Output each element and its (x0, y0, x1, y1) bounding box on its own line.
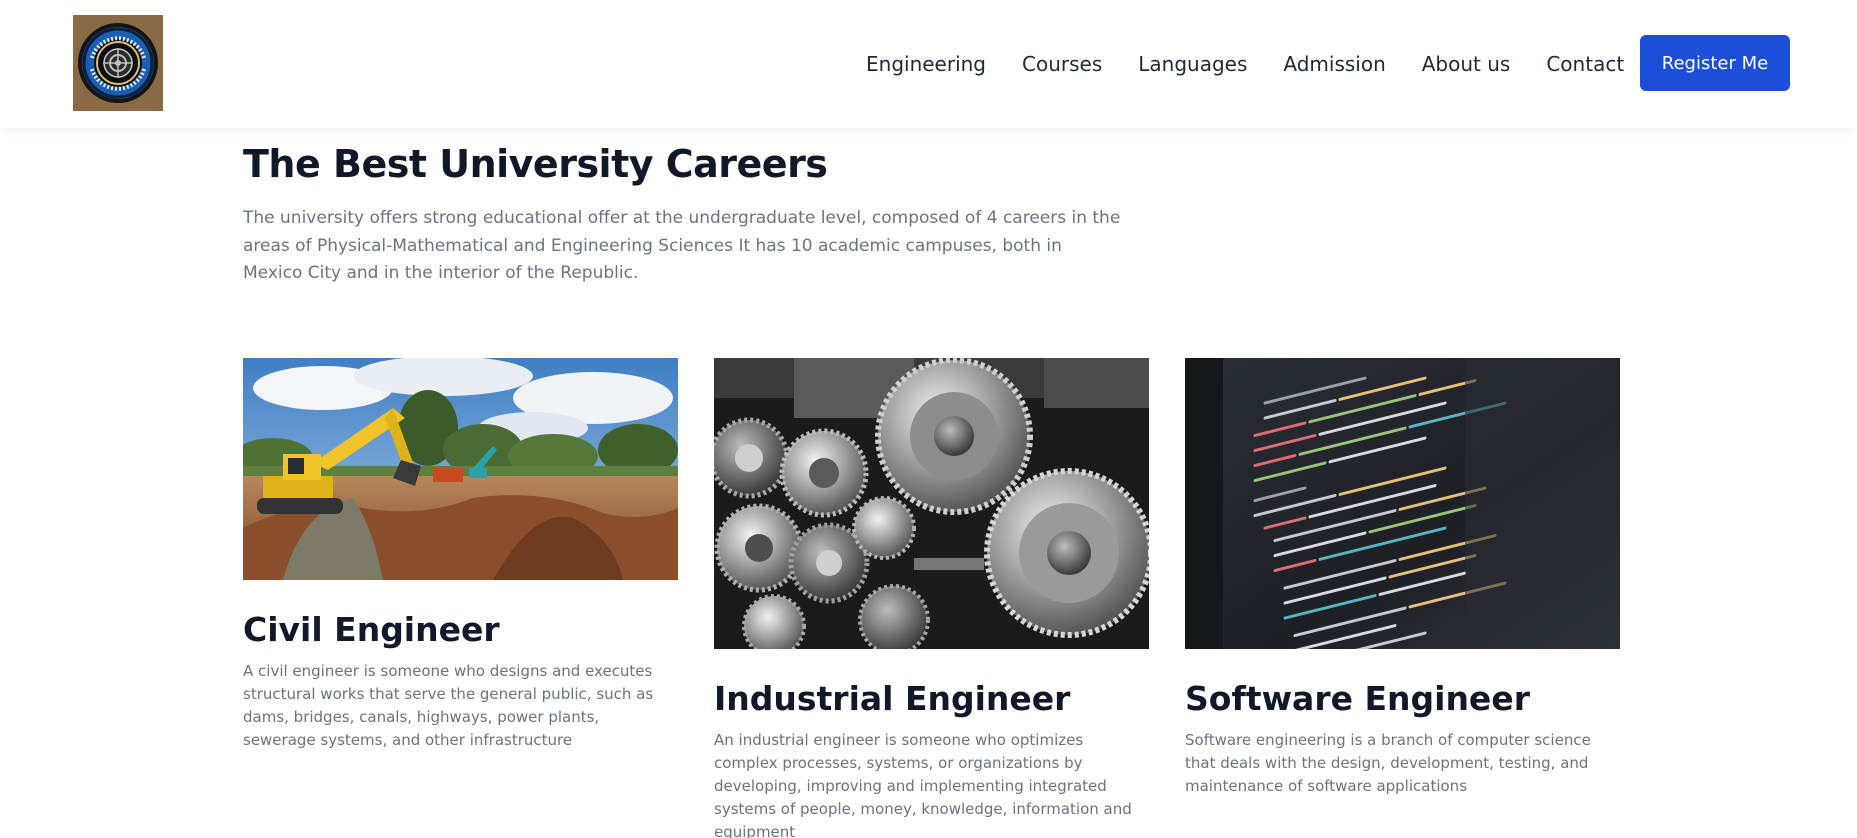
machine-gears-image (714, 358, 1149, 649)
register-button[interactable]: Register Me (1640, 35, 1790, 91)
career-card-civil: Civil Engineer A civil engineer is someo… (243, 358, 678, 752)
nav-link-engineering[interactable]: Engineering (866, 50, 986, 78)
card-description: An industrial engineer is someone who op… (714, 731, 1132, 838)
intro-paragraph: The university offers strong educational… (243, 208, 1121, 283)
main-nav: Engineering Courses Languages Admission … (866, 50, 1624, 78)
construction-excavator-image (243, 358, 678, 580)
nav-link-contact[interactable]: Contact (1546, 50, 1624, 78)
page-title: The Best University Careers (243, 142, 828, 186)
nav-link-courses[interactable]: Courses (1022, 50, 1102, 78)
career-card-industrial: Industrial Engineer An industrial engine… (714, 358, 1149, 838)
site-header: Engineering Courses Languages Admission … (0, 0, 1857, 128)
university-seal-icon (78, 23, 158, 103)
card-description: A civil engineer is someone who designs … (243, 662, 654, 749)
university-logo[interactable] (73, 15, 163, 111)
card-title: Software Engineer (1185, 679, 1530, 718)
nav-link-about-us[interactable]: About us (1422, 50, 1511, 78)
card-title: Civil Engineer (243, 610, 500, 649)
code-on-screen-image (1185, 358, 1620, 649)
nav-link-admission[interactable]: Admission (1283, 50, 1385, 78)
career-card-software: Software Engineer Software engineering i… (1185, 358, 1620, 798)
card-description: Software engineering is a branch of comp… (1185, 731, 1591, 795)
card-title: Industrial Engineer (714, 679, 1071, 718)
nav-link-languages[interactable]: Languages (1138, 50, 1247, 78)
